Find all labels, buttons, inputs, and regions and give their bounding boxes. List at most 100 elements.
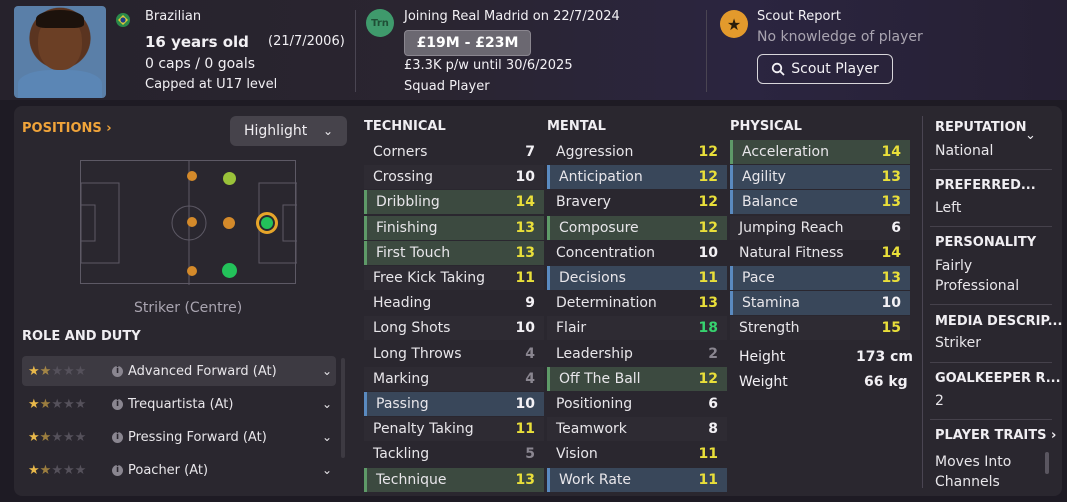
highlight-dropdown[interactable]: Highlight ⌄	[230, 116, 347, 146]
role-stars: ★★★★★	[28, 396, 87, 412]
attribute-row-strength[interactable]: Strength 15	[730, 316, 910, 341]
attribute-row-long-throws[interactable]: Long Throws 4	[364, 342, 544, 366]
attribute-row-jumping-reach[interactable]: Jumping Reach 6	[730, 215, 910, 240]
attribute-row-stamina[interactable]: Stamina 10	[730, 291, 910, 316]
attribute-name: Penalty Taking	[373, 421, 474, 438]
goalkeeper-value: 2	[935, 393, 944, 409]
attribute-name: Concentration	[556, 244, 656, 261]
attribute-row-heading[interactable]: Heading 9	[364, 291, 544, 315]
position-dot-st-left[interactable]	[223, 172, 236, 185]
attribute-row-acceleration[interactable]: Acceleration 14	[730, 140, 910, 164]
attribute-row-concentration[interactable]: Concentration 10	[547, 241, 727, 265]
attribute-value: 4	[525, 345, 535, 362]
chevron-down-icon[interactable]: ⌄	[322, 463, 332, 477]
attribute-row-teamwork[interactable]: Teamwork 8	[547, 417, 727, 442]
attribute-value: 11	[698, 446, 718, 463]
attribute-value: 11	[515, 421, 535, 438]
attribute-row-flair[interactable]: Flair 18	[547, 316, 727, 341]
attribute-row-work-rate[interactable]: Work Rate 11	[547, 467, 727, 492]
chevron-down-icon[interactable]: ⌄	[322, 430, 332, 444]
player-traits-link[interactable]: PLAYER TRAITS ›	[935, 428, 1056, 443]
position-dot-aml[interactable]	[187, 171, 197, 181]
chevron-down-icon[interactable]: ⌄	[322, 364, 332, 378]
attribute-row-natural-fitness[interactable]: Natural Fitness 14	[730, 241, 910, 265]
attribute-row-composure[interactable]: Composure 12	[547, 215, 727, 240]
attribute-name: Long Throws	[373, 345, 462, 362]
positions-link[interactable]: POSITIONS ›	[22, 121, 112, 136]
attribute-row-technique[interactable]: Technique 13	[364, 467, 544, 492]
info-icon[interactable]: i	[112, 365, 123, 377]
attribute-row-tackling[interactable]: Tackling 5	[364, 442, 544, 466]
attribute-value: 6	[708, 396, 718, 412]
attribute-value: 15	[881, 320, 901, 337]
attribute-row-free-kick-taking[interactable]: Free Kick Taking 11	[364, 266, 544, 290]
roles-scrollbar[interactable]	[341, 358, 345, 458]
attribute-name: First Touch	[376, 244, 451, 261]
positions-heading: POSITIONS	[22, 121, 102, 136]
squad-status: Squad Player	[404, 79, 490, 94]
info-icon[interactable]: i	[112, 431, 123, 443]
role-item[interactable]: ★★★★★ i Advanced Forward (At) ⌄	[22, 356, 336, 386]
attribute-row-corners[interactable]: Corners 7	[364, 140, 544, 164]
attribute-row-positioning[interactable]: Positioning 6	[547, 392, 727, 416]
personality-heading: PERSONALITY	[935, 235, 1037, 250]
info-icon[interactable]: i	[112, 464, 123, 476]
position-dot-st-right[interactable]	[223, 217, 235, 229]
role-duty-heading: ROLE AND DUTY	[22, 329, 141, 344]
attribute-row-pace[interactable]: Pace 13	[730, 266, 910, 290]
attribute-row-decisions[interactable]: Decisions 11	[547, 266, 727, 290]
attribute-name: Off The Ball	[559, 370, 641, 387]
position-dot-st-centre[interactable]	[256, 212, 278, 234]
position-dot-amr[interactable]	[187, 266, 197, 276]
attribute-row-penalty-taking[interactable]: Penalty Taking 11	[364, 417, 544, 442]
role-item[interactable]: ★★★★★ i Poacher (At) ⌄	[22, 455, 336, 485]
attribute-name: Balance	[742, 194, 798, 211]
traits-scrollbar[interactable]	[1045, 452, 1049, 474]
attribute-row-aggression[interactable]: Aggression 12	[547, 140, 727, 164]
role-item[interactable]: ★★★★★ i Trequartista (At) ⌄	[22, 389, 336, 419]
transfer-status-icon: Trn	[366, 9, 394, 37]
attribute-value: 4	[525, 370, 535, 387]
attribute-row-anticipation[interactable]: Anticipation 12	[547, 165, 727, 190]
highlight-label: Highlight	[244, 123, 308, 139]
attribute-row-off-the-ball[interactable]: Off The Ball 12	[547, 366, 727, 391]
chevron-down-icon[interactable]: ⌄	[1025, 128, 1036, 143]
reputation-heading: REPUTATION	[935, 120, 1027, 135]
position-dot-st-bottom[interactable]	[222, 263, 237, 278]
attribute-value: 12	[698, 144, 718, 160]
scout-player-button[interactable]: Scout Player	[757, 54, 893, 84]
attribute-value: 13	[698, 295, 718, 312]
attribute-row-finishing[interactable]: Finishing 13	[364, 215, 544, 240]
attribute-row-leadership[interactable]: Leadership 2	[547, 342, 727, 366]
attribute-name: Aggression	[556, 144, 634, 160]
attribute-name: Natural Fitness	[739, 244, 844, 261]
attribute-value: 18	[698, 320, 718, 337]
position-dot-amc[interactable]	[187, 217, 197, 227]
personality-value-line2: Professional	[935, 278, 1020, 294]
attribute-value: 13	[515, 471, 535, 488]
attribute-row-vision[interactable]: Vision 11	[547, 442, 727, 466]
attribute-row-bravery[interactable]: Bravery 12	[547, 190, 727, 214]
scout-report-status: No knowledge of player	[757, 29, 923, 45]
attribute-name: Bravery	[556, 194, 611, 211]
attribute-row-dribbling[interactable]: Dribbling 14	[364, 190, 544, 215]
role-item[interactable]: ★★★★★ i Pressing Forward (At) ⌄	[22, 422, 336, 452]
attribute-row-marking[interactable]: Marking 4	[364, 366, 544, 391]
attribute-row-first-touch[interactable]: First Touch 13	[364, 240, 544, 265]
role-label: Advanced Forward (At)	[128, 363, 277, 379]
attribute-row-agility[interactable]: Agility 13	[730, 165, 910, 190]
attribute-value: 13	[881, 169, 901, 186]
attribute-value: 14	[515, 194, 535, 211]
positions-pitch	[80, 160, 297, 285]
attribute-row-passing[interactable]: Passing 10	[364, 392, 544, 416]
info-icon[interactable]: i	[112, 398, 123, 410]
attribute-row-long-shots[interactable]: Long Shots 10	[364, 316, 544, 341]
attribute-row-determination[interactable]: Determination 13	[547, 291, 727, 315]
attribute-row-balance[interactable]: Balance 13	[730, 190, 910, 215]
attribute-name: Strength	[739, 320, 800, 337]
attribute-row-crossing[interactable]: Crossing 10	[364, 165, 544, 190]
attribute-value: 12	[698, 194, 718, 211]
chevron-down-icon[interactable]: ⌄	[322, 397, 332, 411]
attribute-name: Heading	[373, 295, 432, 312]
brazil-flag-icon	[116, 13, 130, 27]
